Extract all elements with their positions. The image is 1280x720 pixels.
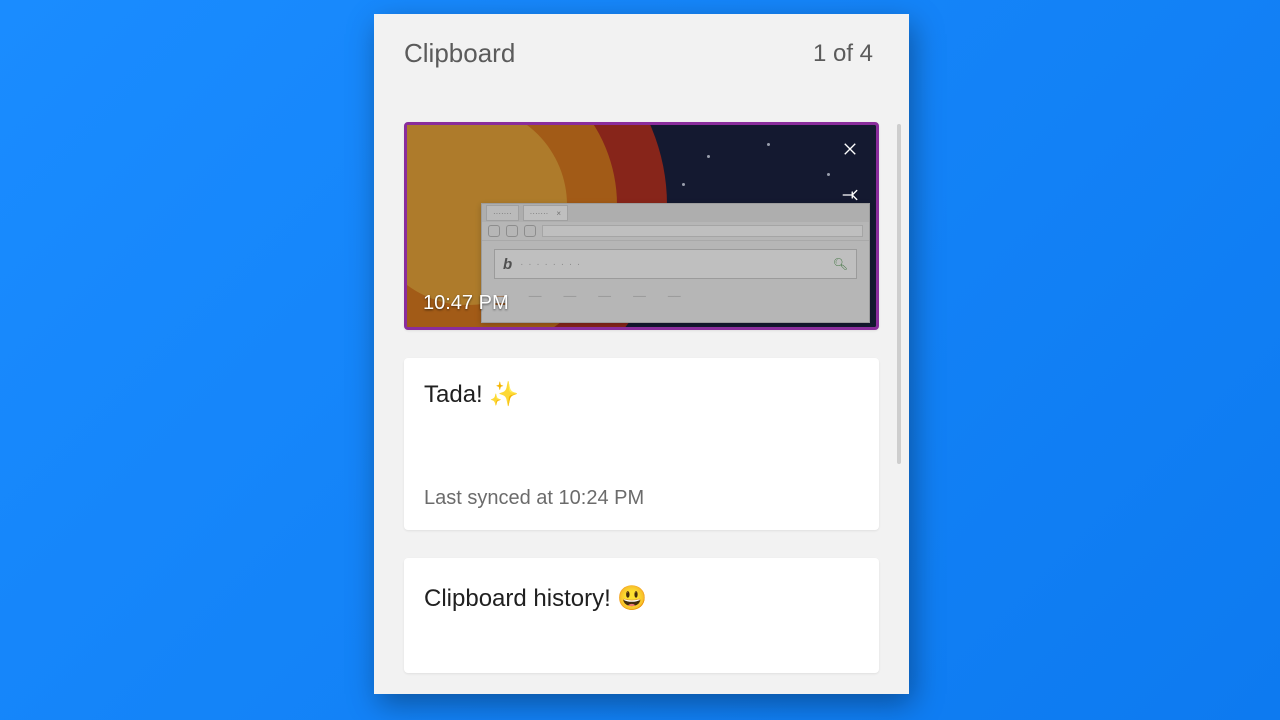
clipboard-item-text[interactable]: Tada! ✨ Last synced at 10:24 PM [404,358,879,530]
close-icon [841,140,859,158]
clipboard-item-image[interactable]: ······· ·······× b · · · · · · · · 🔍︎ ──… [404,122,879,330]
pin-icon [841,186,859,204]
item-timestamp: 10:47 PM [423,292,509,315]
clipboard-panel: Clipboard 1 of 4 ······· ·······× [374,14,909,694]
panel-title: Clipboard [404,38,515,69]
items-list: ······· ·······× b · · · · · · · · 🔍︎ ──… [374,110,909,694]
panel-header: Clipboard 1 of 4 [374,14,909,85]
delete-item-button[interactable] [836,135,864,163]
item-text-content: Clipboard history! 😃 [424,584,859,613]
item-counter: 1 of 4 [813,40,873,68]
pin-item-button[interactable] [836,181,864,209]
item-sync-status: Last synced at 10:24 PM [424,487,859,510]
item-text-content: Tada! ✨ [424,380,859,409]
clipboard-item-text[interactable]: Clipboard history! 😃 [404,558,879,673]
